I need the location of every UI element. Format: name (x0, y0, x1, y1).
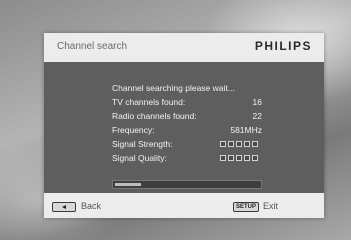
channel-search-dialog: Channel search PHILIPS Channel searching… (44, 33, 324, 218)
search-status-text: Channel searching please wait... (112, 83, 235, 93)
brand-logo: PHILIPS (254, 39, 312, 53)
signal-strength-meter (220, 141, 262, 148)
signal-quality-segment (220, 155, 226, 161)
setup-key-button[interactable]: SETUP (233, 202, 259, 212)
dialog-header: Channel search PHILIPS (44, 33, 324, 62)
radio-channels-row: Radio channels found: 22 (112, 111, 262, 123)
signal-quality-segment (236, 155, 242, 161)
signal-strength-segment (244, 141, 250, 147)
left-arrow-icon (62, 205, 66, 209)
radio-channels-value: 22 (252, 111, 262, 121)
signal-strength-segment (220, 141, 226, 147)
dialog-title: Channel search (57, 41, 128, 52)
signal-strength-label: Signal Strength: (112, 139, 173, 149)
frequency-value: 581MHz (230, 125, 262, 135)
back-label[interactable]: Back (81, 201, 101, 211)
signal-quality-segment (228, 155, 234, 161)
frequency-row: Frequency: 581MHz (112, 125, 262, 137)
signal-quality-segment (252, 155, 258, 161)
tv-channels-label: TV channels found: (112, 97, 186, 107)
radio-channels-label: Radio channels found: (112, 111, 197, 121)
search-progress-bar (112, 180, 262, 189)
signal-strength-segment (236, 141, 242, 147)
frequency-label: Frequency: (112, 125, 155, 135)
tv-channels-value: 16 (252, 97, 262, 107)
dialog-footer: Back SETUP Exit (44, 193, 324, 218)
tv-channels-row: TV channels found: 16 (112, 97, 262, 109)
signal-quality-meter (220, 155, 262, 162)
signal-strength-segment (252, 141, 258, 147)
back-key-button[interactable] (52, 202, 76, 212)
signal-quality-row: Signal Quality: (112, 153, 262, 165)
signal-strength-row: Signal Strength: (112, 139, 262, 151)
search-progress-fill (115, 183, 141, 186)
signal-strength-segment (228, 141, 234, 147)
exit-label[interactable]: Exit (263, 201, 278, 211)
signal-quality-label: Signal Quality: (112, 153, 167, 163)
signal-quality-segment (244, 155, 250, 161)
